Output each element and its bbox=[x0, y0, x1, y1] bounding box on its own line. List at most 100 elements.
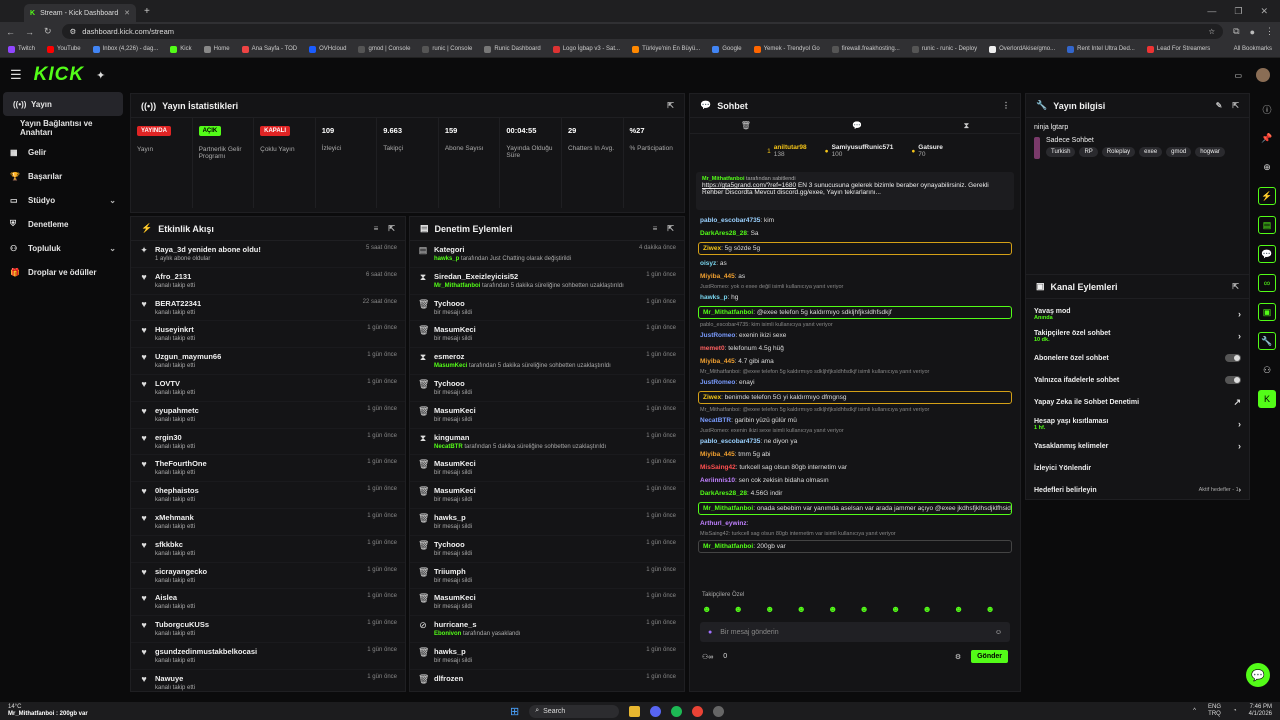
chat-username[interactable]: Mr_Mithatfanboi bbox=[703, 505, 753, 512]
chat-username[interactable]: JustRomeo bbox=[700, 379, 735, 386]
moderation-row[interactable]: 🗑 hawks_p bir mesajı sildi 1 gün önce bbox=[410, 509, 684, 536]
activity-row[interactable]: ♥ TuborgcuKUSs kanalı takip etti 1 gün önce bbox=[131, 616, 405, 643]
kick-app-icon[interactable]: K bbox=[1258, 390, 1276, 408]
moderation-row[interactable]: 🗑 hawks_p bir mesajı sildi 1 gün önce bbox=[410, 643, 684, 670]
url-bar[interactable]: ⚙ dashboard.kick.com/stream ☆ bbox=[61, 24, 1224, 39]
bookmark[interactable]: Kick bbox=[170, 45, 192, 53]
activity-row[interactable]: ♥ sicrayangecko kanalı takip etti 1 gün önc… bbox=[131, 563, 405, 590]
filter-icon[interactable]: ≡ bbox=[374, 224, 379, 233]
reload-icon[interactable]: ↻ bbox=[44, 26, 52, 37]
chat-username[interactable]: Miyiba_445 bbox=[700, 273, 735, 280]
moderation-row[interactable]: ⧗ Siredan_Exeizleyicisi52 Mr_Mithatfanboi … bbox=[410, 268, 684, 295]
chat-message[interactable]: JustRomeo: exenin ikizi sexe bbox=[690, 329, 1020, 342]
moderation-row[interactable]: 🗑 Tychooo bir mesajı sildi 1 gün önce bbox=[410, 536, 684, 563]
chat-message[interactable]: Arthurl_eywinz: bbox=[690, 517, 1020, 530]
pin-icon[interactable]: 📌 bbox=[1258, 129, 1276, 147]
more-icon[interactable]: ⋮ bbox=[1002, 101, 1010, 110]
channel-action-row[interactable]: Hesap yaşı kısıtlaması 1 hf. › bbox=[1026, 413, 1249, 435]
toggle-switch[interactable] bbox=[1225, 354, 1241, 362]
sidebar-item-4[interactable]: ▭ Stüdyo ⌄ bbox=[0, 188, 126, 212]
all-bookmarks[interactable]: All Bookmarks bbox=[1234, 46, 1272, 52]
star-icon[interactable]: ☆ bbox=[1208, 27, 1215, 36]
window-close-icon[interactable]: ✕ bbox=[1260, 6, 1268, 17]
tag-chip[interactable]: gmod bbox=[1166, 147, 1192, 157]
chat-bubble-icon[interactable]: 💬 bbox=[852, 121, 862, 130]
emote-icon[interactable]: ☻ bbox=[859, 604, 868, 614]
tag-chip[interactable]: exee bbox=[1139, 147, 1163, 157]
chat-username[interactable]: DarkAres28_28 bbox=[700, 230, 747, 237]
windows-start-icon[interactable]: ⊞ bbox=[510, 705, 519, 718]
forward-icon[interactable]: → bbox=[25, 27, 34, 37]
chat-username[interactable]: Mr_Mithatfanboi bbox=[703, 309, 753, 316]
chat-message[interactable]: oisyz: as bbox=[690, 257, 1020, 270]
spotify-icon[interactable] bbox=[671, 705, 683, 717]
sidebar-item-5[interactable]: ⛨ Denetleme bbox=[0, 212, 126, 236]
popout-icon[interactable]: ⇱ bbox=[388, 224, 395, 233]
link-icon[interactable]: ∞ bbox=[1258, 274, 1276, 292]
sidebar-item-3[interactable]: 🏆 Başarılar bbox=[0, 164, 126, 188]
wifi-icon[interactable]: ◔ bbox=[1233, 708, 1237, 714]
chat-icon[interactable]: 💬 bbox=[1258, 245, 1276, 263]
bookmark[interactable]: YouTube bbox=[47, 45, 81, 53]
sidebar-item-7[interactable]: 🎁 Droplar ve ödüller bbox=[0, 260, 126, 284]
bookmark[interactable]: Rent Intel Ultra Ded... bbox=[1067, 45, 1135, 53]
bookmark[interactable]: Lead For Streamers bbox=[1146, 45, 1210, 53]
channel-action-row[interactable]: İzleyici Yönlendir bbox=[1026, 457, 1249, 479]
channel-action-row[interactable]: Yapay Zeka ile Sohbet Denetimi ↗ bbox=[1026, 391, 1249, 413]
sidebar-item-1[interactable]: Yayın Bağlantısı ve Anahtarı bbox=[0, 116, 126, 140]
back-icon[interactable]: ← bbox=[6, 27, 15, 37]
popout-icon[interactable]: ⇱ bbox=[667, 101, 674, 110]
chat-message[interactable]: Miyiba_445: as bbox=[690, 270, 1020, 283]
activity-row[interactable]: ♥ xMehmank kanalı takip etti 1 gün önce bbox=[131, 509, 405, 536]
activity-row[interactable]: ♥ Nawuye kanalı takip etti 1 gün önce bbox=[131, 670, 405, 691]
chat-message[interactable]: Mr_Mithatfanboi: onada sebebim var yanım… bbox=[698, 502, 1012, 515]
channel-action-row[interactable]: Hedefleri belirleyin Aktif hedefler - 1 › bbox=[1026, 479, 1249, 501]
leader-entry[interactable]: ● SamiyusufRunic571 100 bbox=[825, 140, 894, 162]
chat-username[interactable]: Ziwex bbox=[703, 394, 721, 401]
chat-username[interactable]: hawks_p bbox=[700, 294, 727, 301]
pin-icon[interactable]: ✦ bbox=[96, 69, 105, 82]
moderation-row[interactable]: 🗑 MasumKeci bir mesajı sildi 1 gün önce bbox=[410, 482, 684, 509]
pinned-message[interactable]: Mr_Mithatfanboi tarafından sabitlendi ht… bbox=[696, 172, 1014, 210]
activity-row[interactable]: ♥ TheFourthOne kanalı takip etti 1 gün önce bbox=[131, 455, 405, 483]
tag-chip[interactable]: Turkish bbox=[1046, 147, 1076, 157]
bookmark[interactable]: OVHcloud bbox=[309, 45, 346, 53]
sidebar-item-0[interactable]: ((•)) Yayın bbox=[3, 92, 123, 116]
bookmark[interactable]: firewall.freakhosting... bbox=[831, 45, 900, 53]
app-icon[interactable] bbox=[713, 705, 725, 717]
moderation-row[interactable]: 🗑 MasumKeci bir mesajı sildi 1 gün önce bbox=[410, 455, 684, 483]
bookmark[interactable]: Inbox (4,226) - dag... bbox=[92, 45, 158, 53]
activity-row[interactable]: ♥ ergin30 kanalı takip etti 1 gün önce bbox=[131, 429, 405, 456]
chat-username[interactable]: Miyiba_445 bbox=[700, 358, 735, 365]
leader-entry[interactable]: 1 aniltutar98 138 bbox=[767, 140, 807, 162]
chat-username[interactable]: pablo_escobar4735 bbox=[700, 217, 760, 224]
sidebar-item-6[interactable]: ⚇ Topluluk ⌄ bbox=[0, 236, 126, 260]
chevron-right-icon[interactable]: › bbox=[1238, 309, 1241, 319]
chrome-icon[interactable] bbox=[692, 705, 704, 717]
chat-message[interactable]: Miyiba_445: 4.7 gibi ama bbox=[690, 355, 1020, 368]
kick-logo[interactable]: KICK bbox=[34, 64, 84, 86]
chat-username[interactable]: MisSaing42 bbox=[700, 464, 736, 471]
emote-icon[interactable]: ☻ bbox=[796, 604, 805, 614]
moderation-row[interactable]: 🗑 Tychooo bir mesajı sildi 1 gün önce bbox=[410, 375, 684, 402]
chat-message[interactable]: Mr_Mithatfanboi: @exee telefon 5g kaldır… bbox=[698, 306, 1012, 319]
moderation-row[interactable]: 🗑 Tychooo bir mesajı sildi 1 gün önce bbox=[410, 295, 684, 322]
chat-username[interactable]: Aeriinnis10 bbox=[700, 477, 735, 484]
bookmark[interactable]: Runic Dashboard bbox=[484, 45, 541, 53]
popout-icon[interactable]: ⇱ bbox=[1232, 101, 1239, 110]
chat-message[interactable]: JustRomeo: enayi bbox=[690, 376, 1020, 389]
bookmark[interactable]: Türkiye'nin En Büyü... bbox=[632, 45, 700, 53]
leader-entry[interactable]: ● Gatsure 70 bbox=[911, 140, 943, 162]
chat-message[interactable]: DarkAres28_28: Sa bbox=[690, 227, 1020, 240]
activity-row[interactable]: ♥ LOVTV kanalı takip etti 1 gün önce bbox=[131, 375, 405, 402]
chat-username[interactable]: Miyiba_445 bbox=[700, 451, 735, 458]
chat-username[interactable]: JustRomeo bbox=[700, 332, 735, 339]
users-icon[interactable]: ⚇∞ bbox=[702, 653, 713, 661]
chat-message[interactable]: Ziwex: 5g sözde 5g bbox=[698, 242, 1012, 255]
channel-action-row[interactable]: Yavaş mod Anında › bbox=[1026, 303, 1249, 325]
chat-message[interactable]: Mr_Mithatfanboi: 200gb var bbox=[698, 540, 1012, 553]
activity-row[interactable]: ♥ Aislea kanalı takip etti 1 gün önce bbox=[131, 589, 405, 617]
mic-icon[interactable]: ● bbox=[708, 629, 712, 636]
chat-username[interactable]: Ziwex bbox=[703, 245, 721, 252]
chat-username[interactable]: pablo_escobar4735 bbox=[700, 438, 760, 445]
